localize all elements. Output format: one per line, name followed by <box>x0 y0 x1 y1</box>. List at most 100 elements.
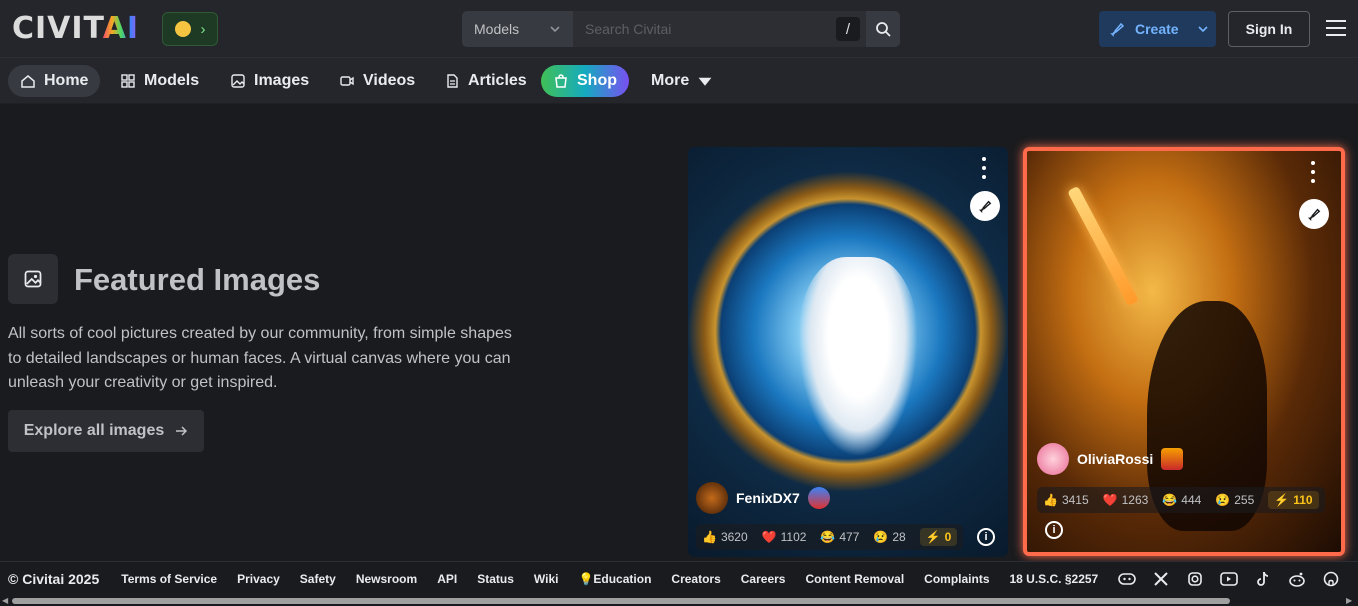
more-options-icon[interactable] <box>1309 161 1317 183</box>
instagram-icon[interactable] <box>1184 568 1206 590</box>
nav-models[interactable]: Models <box>108 65 211 97</box>
footer-link-2257[interactable]: 18 U.S.C. §2257 <box>1010 572 1099 586</box>
section-title: Featured Images <box>74 262 321 297</box>
tiktok-icon[interactable] <box>1252 568 1274 590</box>
footer-link-careers[interactable]: Careers <box>741 572 786 586</box>
like-reaction[interactable]: 👍 3415 <box>1043 493 1089 507</box>
home-icon <box>21 75 35 88</box>
footer-link-newsroom[interactable]: Newsroom <box>356 572 417 586</box>
info-icon[interactable]: i <box>977 528 995 546</box>
github-icon[interactable] <box>1320 568 1342 590</box>
remix-icon[interactable] <box>1299 199 1329 229</box>
discord-icon[interactable] <box>1116 568 1138 590</box>
emoji-face-icon <box>174 21 191 37</box>
nav-more-label: More <box>651 72 690 89</box>
footer-link-creators[interactable]: Creators <box>671 572 720 586</box>
nav-images[interactable]: Images <box>218 65 321 97</box>
logo-text: CIVIT <box>12 11 103 46</box>
heart-reaction[interactable]: ❤️ 1263 <box>1103 493 1149 507</box>
nav-images-label: Images <box>254 72 310 89</box>
cry-reaction[interactable]: 😢 28 <box>873 530 905 544</box>
arrow-right-icon <box>176 426 188 436</box>
like-reaction[interactable]: 👍 3620 <box>702 530 748 544</box>
nav-home[interactable]: Home <box>8 65 101 97</box>
search-scope-select[interactable]: Models <box>462 11 573 47</box>
brush-icon <box>1307 208 1321 221</box>
scroll-left-arrow-icon[interactable]: ◀ <box>2 596 8 605</box>
browsing-level-button[interactable]: › <box>162 12 218 46</box>
card-image-sword <box>1067 185 1139 307</box>
reddit-icon[interactable] <box>1286 568 1308 590</box>
main-nav: Home Models Images Videos Articles Shop … <box>0 58 1358 104</box>
nav-videos[interactable]: Videos <box>327 65 427 97</box>
footer-link-privacy[interactable]: Privacy <box>237 572 280 586</box>
nav-home-label: Home <box>44 72 89 89</box>
footer-link-terms[interactable]: Terms of Service <box>121 572 217 586</box>
heart-reaction[interactable]: ❤️ 1102 <box>762 530 807 544</box>
article-icon <box>447 74 458 88</box>
x-icon[interactable] <box>1150 568 1172 590</box>
footer-link-wiki[interactable]: Wiki <box>534 572 559 586</box>
create-button[interactable]: Create <box>1099 11 1216 47</box>
footer: © Civitai 2025 Terms of Service Privacy … <box>0 561 1358 595</box>
nav-more[interactable]: More <box>639 65 725 97</box>
card-image <box>798 257 918 457</box>
nav-shop[interactable]: Shop <box>541 65 629 97</box>
top-bar: CIVITAI › Models Search Civitai / Create… <box>0 0 1358 58</box>
brush-icon <box>1110 22 1125 37</box>
menu-icon[interactable] <box>1326 20 1346 36</box>
card-user[interactable]: FenixDX7 <box>696 482 830 514</box>
username: OliviaRossi <box>1077 451 1154 467</box>
laugh-reaction[interactable]: 😂 444 <box>1162 493 1201 507</box>
user-badge-icon <box>807 487 830 509</box>
image-icon <box>231 74 245 88</box>
nav-videos-label: Videos <box>363 72 416 89</box>
section-description: All sorts of cool pictures created by ou… <box>8 325 512 391</box>
grid-icon <box>121 74 135 88</box>
reaction-bar: 👍 3620 ❤️ 1102 😂 477 😢 28 ⚡ 0 <box>696 524 964 550</box>
sign-in-button[interactable]: Sign In <box>1228 11 1310 47</box>
info-icon[interactable]: i <box>1045 521 1063 539</box>
footer-link-status[interactable]: Status <box>477 572 514 586</box>
more-options-icon[interactable] <box>980 157 988 179</box>
laugh-reaction[interactable]: 😂 477 <box>820 530 859 544</box>
scrollbar-thumb[interactable] <box>12 598 1230 604</box>
horizontal-scrollbar[interactable]: ◀ ▶ <box>0 595 1358 606</box>
explore-all-images-button[interactable]: Explore all images <box>8 410 204 452</box>
chevron-down-icon <box>550 26 560 33</box>
search-placeholder: Search Civitai <box>585 21 672 37</box>
footer-link-education[interactable]: 💡Education <box>578 572 651 586</box>
cry-reaction[interactable]: 😢 255 <box>1215 493 1254 507</box>
copyright: © Civitai 2025 <box>8 570 100 587</box>
footer-link-api[interactable]: API <box>437 572 457 586</box>
nav-articles[interactable]: Articles <box>432 65 539 97</box>
footer-link-complaints[interactable]: Complaints <box>924 572 989 586</box>
buzz-tip-button[interactable]: ⚡ 0 <box>919 528 958 546</box>
username: FenixDX7 <box>736 490 800 506</box>
reaction-bar: 👍 3415 ❤️ 1263 😂 444 😢 255 ⚡ 110 <box>1037 487 1325 513</box>
search-input[interactable]: Search Civitai / <box>573 11 866 47</box>
scroll-right-arrow-icon[interactable]: ▶ <box>1346 596 1352 605</box>
youtube-icon[interactable] <box>1218 568 1240 590</box>
buzz-tip-button[interactable]: ⚡ 110 <box>1268 491 1319 509</box>
social-links <box>1116 568 1342 590</box>
image-card[interactable]: FenixDX7 👍 3620 ❤️ 1102 😂 477 😢 28 ⚡ 0 i <box>688 147 1008 557</box>
shopping-bag-icon <box>555 74 567 88</box>
chevron-down-icon[interactable] <box>1197 23 1209 35</box>
image-card[interactable]: OliviaRossi 👍 3415 ❤️ 1263 😂 444 😢 255 ⚡ 110 … <box>1023 147 1345 556</box>
nav-models-label: Models <box>144 72 200 89</box>
featured-images-icon <box>8 254 58 304</box>
avatar <box>696 482 728 514</box>
avatar <box>1037 443 1069 475</box>
video-icon <box>340 76 354 86</box>
search-button[interactable] <box>866 11 900 47</box>
search-bar: Models Search Civitai / <box>462 11 900 47</box>
brush-icon <box>978 200 992 213</box>
remix-icon[interactable] <box>970 191 1000 221</box>
search-icon <box>876 22 891 37</box>
card-user[interactable]: OliviaRossi <box>1037 443 1184 475</box>
footer-link-content-removal[interactable]: Content Removal <box>805 572 904 586</box>
civitai-logo[interactable]: CIVITAI <box>12 14 139 44</box>
caret-down-icon <box>698 77 712 86</box>
footer-link-safety[interactable]: Safety <box>300 572 336 586</box>
